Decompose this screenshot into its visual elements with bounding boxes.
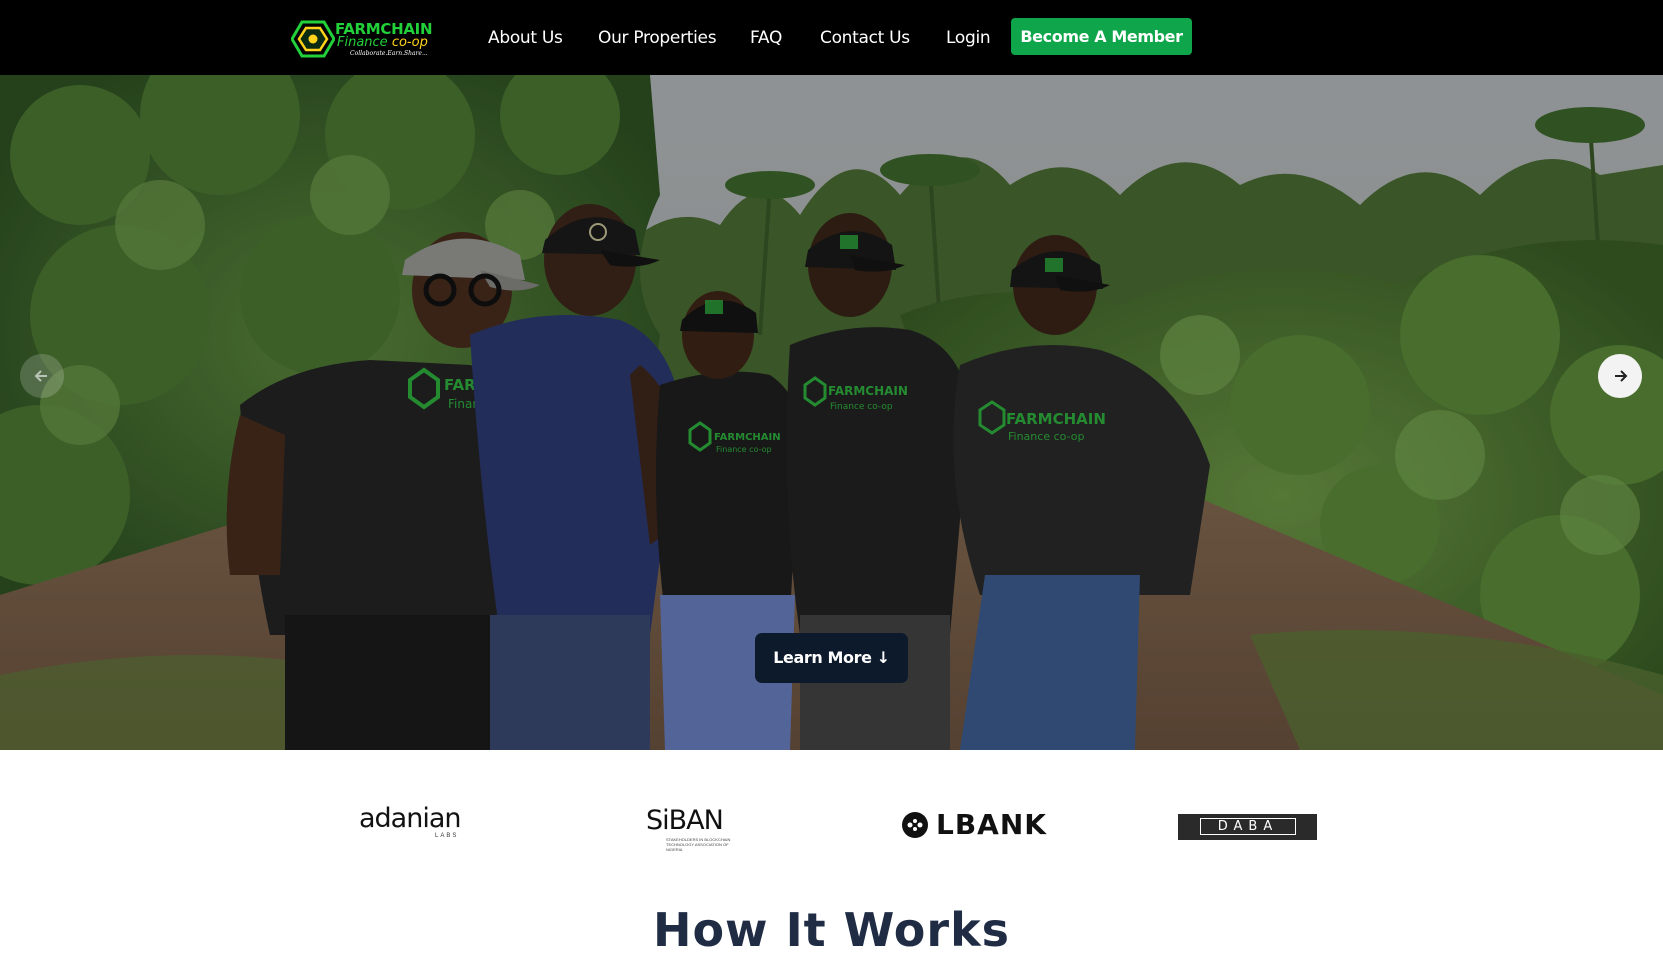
logo-subtitle: Finance co-op — [337, 35, 428, 50]
arrow-down-icon: ↓ — [876, 648, 890, 667]
become-member-button[interactable]: Become A Member — [1011, 18, 1192, 55]
nav-faq[interactable]: FAQ — [750, 24, 782, 54]
siban-sub: STAKEHOLDERS IN BLOCKCHAIN TECHNOLOGY AS… — [666, 837, 731, 852]
logo-tagline: Collaborate.Earn.Share... — [350, 50, 428, 57]
logo-subtitle-b: co-op — [391, 35, 428, 50]
partner-daba-logo: DABA — [1178, 814, 1317, 840]
farmchain-logo[interactable]: FARMCHAIN Finance co-op Collaborate.Earn… — [291, 18, 441, 60]
siban-name: SiBAN — [646, 805, 724, 836]
daba-name: DABA — [1200, 818, 1296, 835]
partners-strip: adanian LABS SiBAN STAKEHOLDERS IN BLOCK… — [0, 750, 1663, 900]
arrow-left-icon — [34, 370, 47, 382]
adanian-name: adanian — [359, 803, 462, 834]
nav-about-us[interactable]: About Us — [488, 24, 563, 54]
arrow-right-icon — [1615, 370, 1628, 382]
partner-adanian-logo: adanian LABS — [359, 803, 462, 840]
nav-login[interactable]: Login — [946, 24, 991, 54]
lbank-name: LBANK — [936, 808, 1047, 841]
learn-more-button[interactable]: Learn More ↓ — [755, 633, 908, 683]
partner-siban-logo: SiBAN STAKEHOLDERS IN BLOCKCHAIN TECHNOL… — [646, 805, 730, 853]
nav-our-properties[interactable]: Our Properties — [598, 24, 717, 54]
hexagon-logo-icon — [291, 20, 335, 58]
lbank-mark-icon — [902, 812, 928, 838]
hero-carousel: FARMCHAIN Finance FARMCHAIN Finance co-o… — [0, 75, 1663, 750]
adanian-sub: LABS — [435, 833, 459, 839]
carousel-next-button[interactable] — [1598, 354, 1642, 398]
nav-contact-us[interactable]: Contact Us — [820, 24, 910, 54]
partner-lbank-logo: LBANK — [902, 811, 1047, 839]
learn-more-label: Learn More — [773, 648, 872, 667]
carousel-prev-button[interactable] — [20, 354, 64, 398]
top-navbar: FARMCHAIN Finance co-op Collaborate.Earn… — [0, 0, 1663, 75]
how-it-works-heading: How It Works — [652, 903, 1011, 957]
logo-subtitle-a: Finance — [337, 35, 388, 50]
